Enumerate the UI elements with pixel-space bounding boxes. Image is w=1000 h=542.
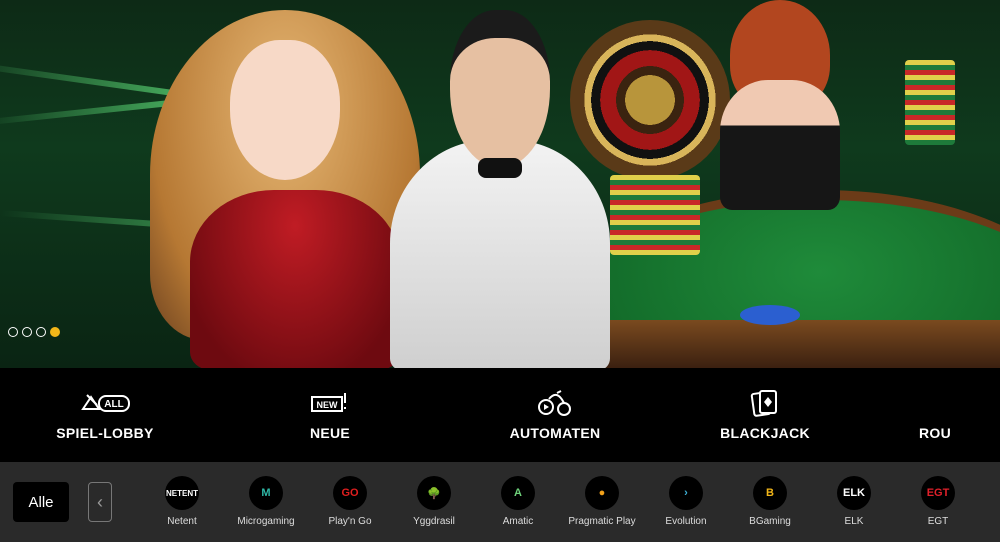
provider-name: EGT <box>927 516 949 527</box>
croupier-body <box>720 80 840 210</box>
provider-list: NETENT Netent M Microgaming GO Play'n Go 🌳 Yggd… <box>140 476 1000 527</box>
category-automaten[interactable]: AUTOMATEN <box>450 368 660 462</box>
carousel-dot[interactable] <box>8 327 18 337</box>
category-label: ROU <box>918 425 951 441</box>
svg-text:NEW: NEW <box>317 400 339 410</box>
man-head <box>450 10 550 168</box>
svg-text:ALL: ALL <box>104 399 123 410</box>
category-label: SPIEL-LOBBY <box>56 425 154 441</box>
provider-name: Evolution <box>665 516 707 527</box>
woman-dealer-dress <box>190 190 400 368</box>
provider-filter-bar: Alle ‹ NETENT Netent M Microgaming GO Play'n … <box>0 462 1000 542</box>
provider-name: Amatic <box>502 516 534 527</box>
provider-item[interactable]: ELK ELK <box>812 476 896 527</box>
provider-item[interactable]: ● Pragmatic Play <box>560 476 644 527</box>
provider-name: BGaming <box>749 516 791 527</box>
provider-item[interactable]: M Microgaming <box>224 476 308 527</box>
provider-logo-icon: 🌳 <box>417 476 451 510</box>
hero-banner[interactable] <box>0 0 1000 368</box>
provider-logo-icon: B <box>753 476 787 510</box>
provider-item[interactable]: GO Play'n Go <box>308 476 392 527</box>
carousel-dot[interactable] <box>50 327 60 337</box>
provider-name: Pragmatic Play <box>568 516 636 527</box>
provider-item[interactable]: NETENT Netent <box>140 476 224 527</box>
category-label: AUTOMATEN <box>509 425 601 441</box>
provider-logo-icon: GO <box>333 476 367 510</box>
table-rim <box>560 320 1000 368</box>
provider-logo-icon: › <box>669 476 703 510</box>
category-neue[interactable]: NEW NEUE <box>210 368 450 462</box>
category-blackjack[interactable]: BLACKJACK <box>660 368 870 462</box>
provider-name: Yggdrasil <box>413 516 455 527</box>
slot-cherries-icon <box>537 389 573 417</box>
woman-dealer-face <box>230 40 340 180</box>
carousel-dot[interactable] <box>36 327 46 337</box>
provider-item[interactable]: 🌳 Yggdrasil <box>392 476 476 527</box>
chip-stack <box>610 175 700 255</box>
provider-logo-icon: ELK <box>837 476 871 510</box>
chip-stack <box>905 60 955 145</box>
provider-name: Netent <box>167 516 197 527</box>
provider-logo-icon: ● <box>585 476 619 510</box>
chips-on-table <box>740 305 800 325</box>
provider-item[interactable]: › Evolution <box>644 476 728 527</box>
provider-item[interactable]: A Amatic <box>476 476 560 527</box>
category-spiel-lobby[interactable]: ALL SPIEL-LOBBY <box>0 368 210 462</box>
provider-name: Microgaming <box>237 516 295 527</box>
provider-logo-icon: A <box>501 476 535 510</box>
provider-item[interactable]: Ha <box>980 476 1000 527</box>
provider-logo-icon: EGT <box>921 476 955 510</box>
carousel-dot[interactable] <box>22 327 32 337</box>
provider-item[interactable]: B BGaming <box>728 476 812 527</box>
provider-name: ELK <box>844 516 864 527</box>
category-label: NEUE <box>309 425 351 441</box>
provider-logo-icon: M <box>249 476 283 510</box>
carousel-indicators <box>8 327 60 337</box>
new-badge-icon: NEW <box>310 389 350 417</box>
chevron-left-icon[interactable]: ‹ <box>88 482 112 522</box>
all-providers-button[interactable]: Alle <box>13 482 69 522</box>
category-label: BLACKJACK <box>720 425 810 441</box>
bow-tie <box>478 158 522 178</box>
provider-logo-icon: NETENT <box>165 476 199 510</box>
playing-cards-icon <box>750 389 780 417</box>
category-roulette[interactable]: ROU <box>870 368 1000 462</box>
all-games-icon: ALL <box>79 389 131 417</box>
category-nav: ALL SPIEL-LOBBY NEW NEUE AUTOMATEN BLACK… <box>0 368 1000 462</box>
provider-name: Play'n Go <box>328 516 372 527</box>
roulette-wheel <box>570 20 730 180</box>
provider-item[interactable]: EGT EGT <box>896 476 980 527</box>
